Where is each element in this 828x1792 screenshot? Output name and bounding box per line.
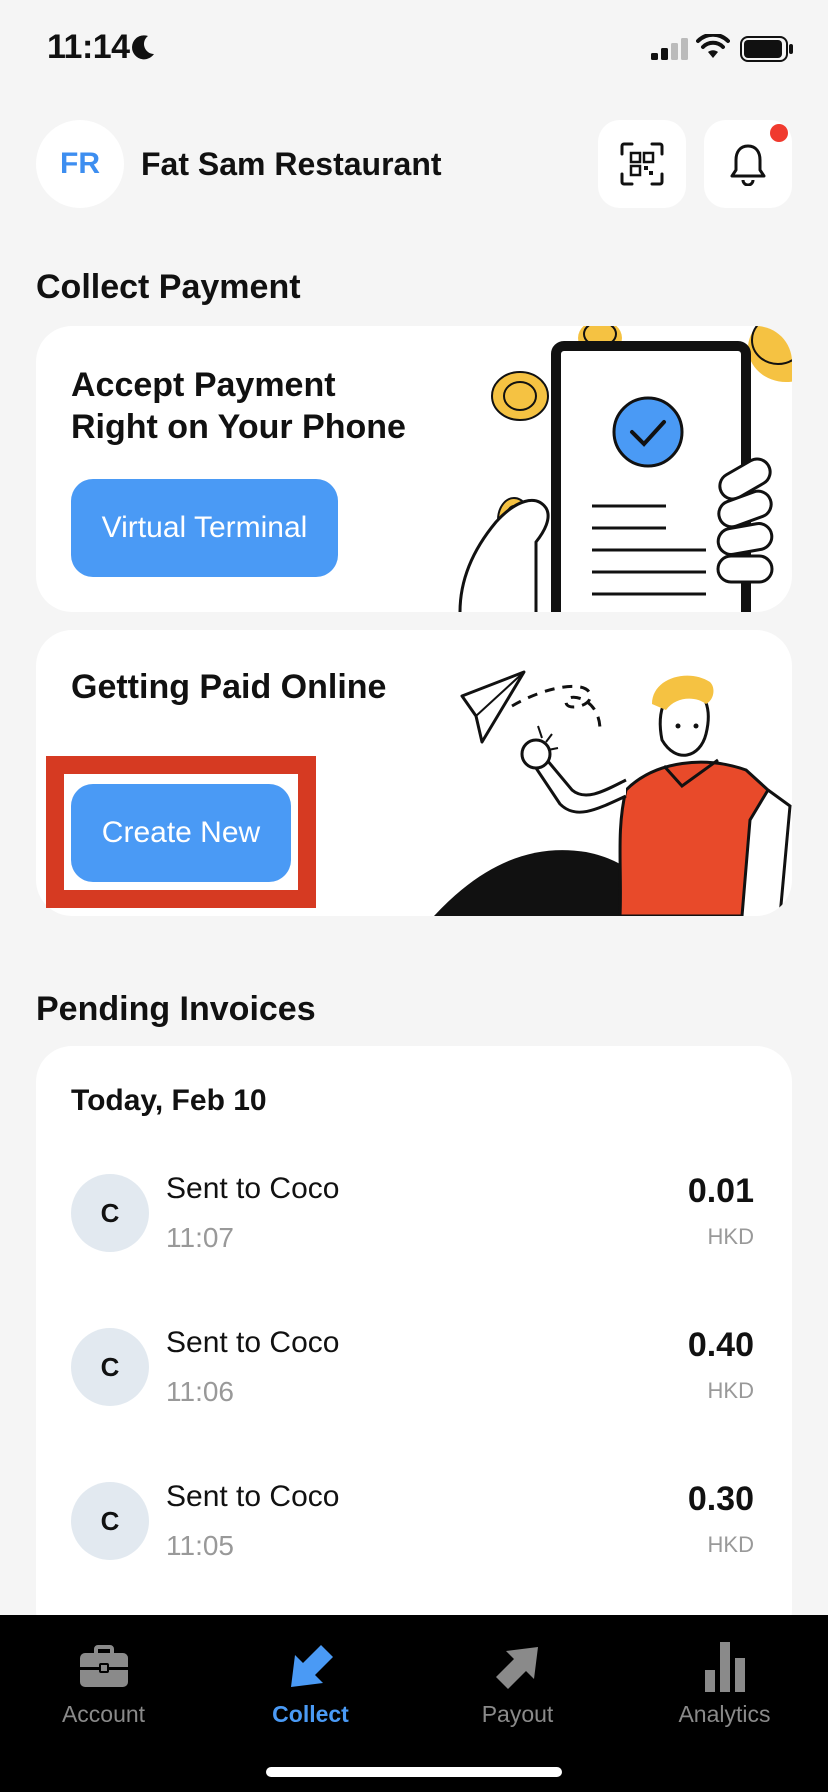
briefcase-icon (79, 1645, 128, 1687)
tab-account-label: Account (61, 1701, 146, 1727)
invoice-row[interactable]: C Sent to Coco 11:07 0.01 HKD (36, 1172, 792, 1274)
invoice-currency: HKD (707, 1224, 754, 1249)
battery-icon (740, 36, 793, 62)
invoice-avatar: C (71, 1328, 149, 1406)
invoice-title: Sent to Coco (166, 1480, 340, 1513)
invoice-time: 11:07 (166, 1222, 234, 1253)
status-time: 11:14 (47, 28, 130, 66)
merchant-avatar[interactable]: FR (36, 120, 124, 208)
arrow-down-left-icon (290, 1645, 333, 1687)
tab-bar: Account Collect Payout Analytics (0, 1615, 828, 1792)
wifi-icon (696, 34, 730, 58)
invoice-amount: 0.30 (687, 1480, 754, 1518)
pending-invoices-title: Pending Invoices (36, 990, 316, 1028)
invoice-title: Sent to Coco (166, 1326, 340, 1359)
invoice-currency: HKD (707, 1378, 754, 1403)
bell-icon (730, 144, 766, 186)
invoice-currency: HKD (707, 1532, 754, 1557)
collect-payment-title: Collect Payment (36, 268, 301, 306)
accept-heading-line1: Accept Payment (71, 366, 336, 404)
qr-scan-icon (620, 142, 664, 186)
invoice-amount: 0.01 (687, 1172, 754, 1210)
invoice-row[interactable]: C Sent to Coco 11:06 0.40 HKD (36, 1326, 792, 1428)
invoice-time: 11:05 (166, 1530, 234, 1561)
moon-icon (132, 35, 154, 60)
invoice-amount: 0.40 (687, 1326, 754, 1364)
tab-analytics[interactable]: Analytics (621, 1639, 828, 1739)
notification-badge (770, 124, 788, 142)
status-bar: 11:14 (0, 0, 828, 100)
signal-icon (651, 38, 688, 60)
pending-invoices-card: Today, Feb 10 C Sent to Coco 11:07 0.01 … (36, 1046, 792, 1646)
accept-payment-card: Accept Payment Right on Your Phone Virtu… (36, 326, 792, 612)
home-indicator[interactable] (266, 1767, 562, 1777)
invoice-row[interactable]: C Sent to Coco 11:05 0.30 HKD (36, 1480, 792, 1582)
accept-heading-line2: Right on Your Phone (71, 408, 406, 446)
bar-chart-icon (704, 1642, 745, 1692)
arrow-up-right-icon (495, 1647, 538, 1689)
qr-scan-button[interactable] (598, 120, 686, 208)
tab-account[interactable]: Account (0, 1639, 207, 1739)
tab-payout-label: Payout (481, 1701, 554, 1727)
invoice-title: Sent to Coco (166, 1172, 340, 1205)
accept-payment-heading: Accept Payment Right on Your Phone (71, 364, 406, 448)
phone-payment-illustration (458, 326, 792, 612)
getting-paid-online-heading: Getting Paid Online (71, 668, 387, 706)
create-new-highlight-box (46, 756, 316, 908)
invoice-avatar: C (71, 1482, 149, 1560)
invoice-time: 11:06 (166, 1376, 234, 1407)
tab-collect-label: Collect (272, 1701, 349, 1727)
tab-collect[interactable]: Collect (207, 1639, 414, 1739)
virtual-terminal-button[interactable]: Virtual Terminal (71, 479, 338, 577)
paper-plane-person-illustration (434, 670, 792, 916)
merchant-name[interactable]: Fat Sam Restaurant (141, 146, 442, 183)
tab-payout[interactable]: Payout (414, 1639, 621, 1739)
tab-analytics-label: Analytics (678, 1701, 771, 1727)
invoice-date-header: Today, Feb 10 (71, 1084, 267, 1117)
invoice-avatar: C (71, 1174, 149, 1252)
